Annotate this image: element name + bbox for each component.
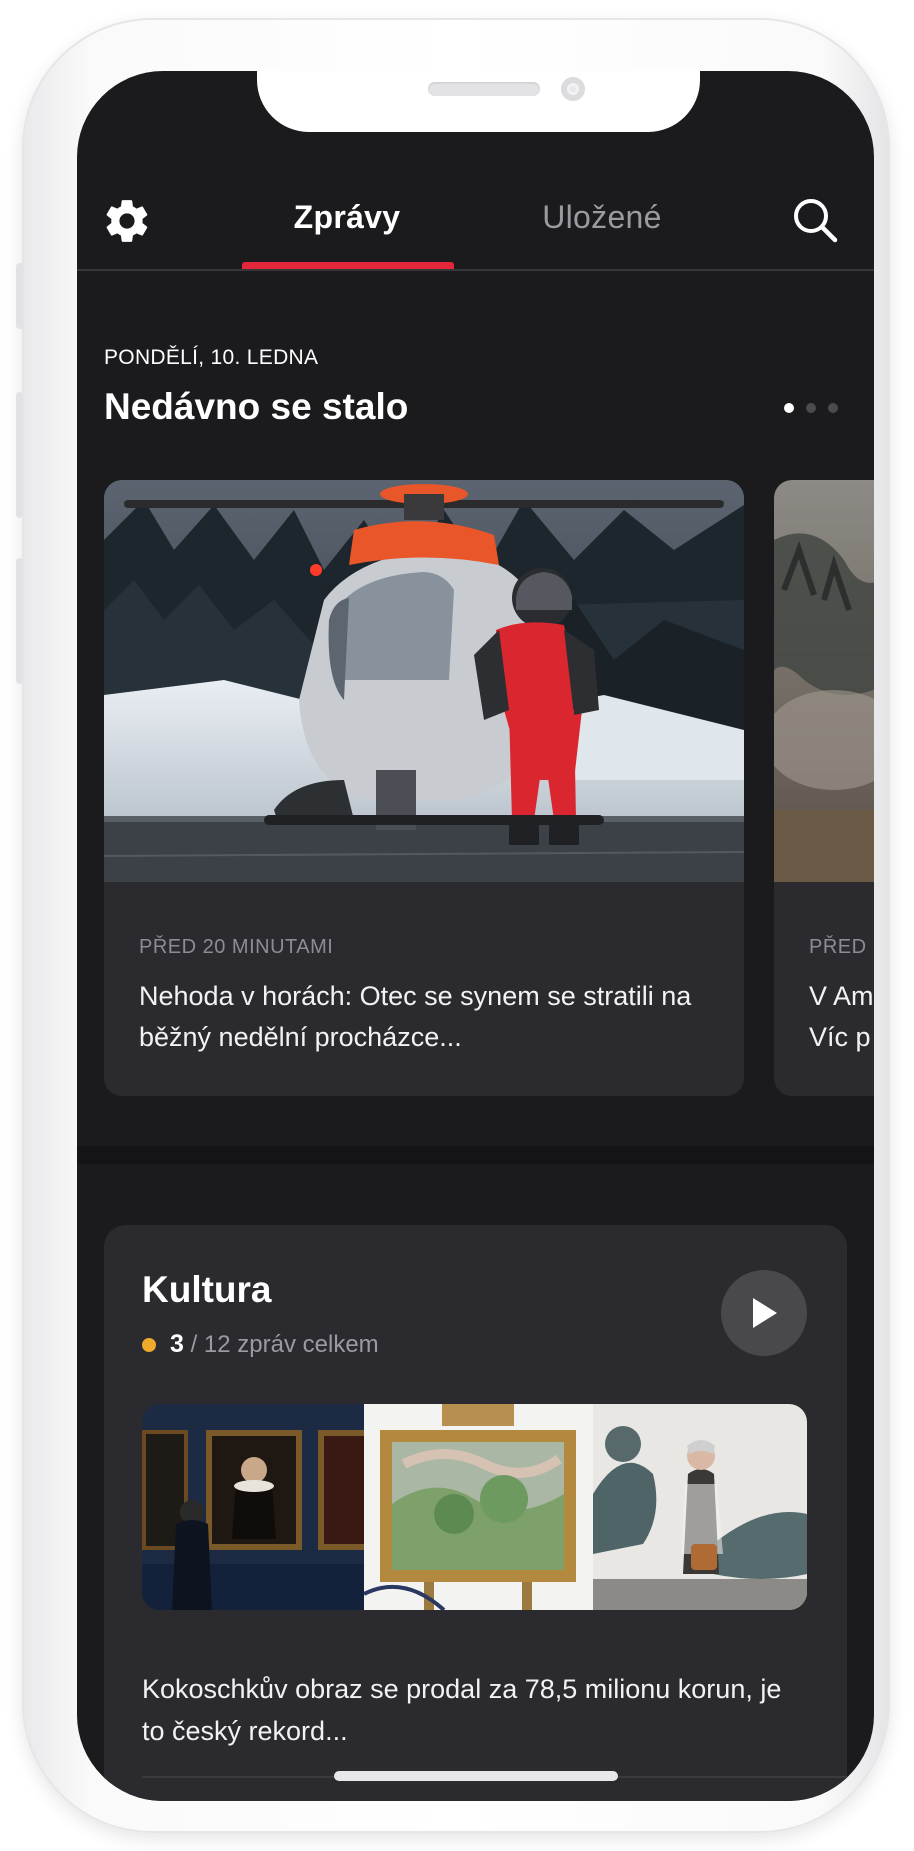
count-total: / 12 zpráv celkem	[190, 1331, 379, 1358]
count-current: 3	[170, 1330, 184, 1358]
unread-dot	[142, 1337, 156, 1352]
section-title: Nedávno se stalo	[104, 386, 409, 427]
news-card-headline[interactable]: Nehoda v horách: Otec se synem se strati…	[139, 976, 729, 1058]
active-tab-indicator	[242, 262, 454, 269]
tab-ulozene[interactable]: Uložené	[487, 199, 717, 236]
news-card-image	[774, 480, 874, 882]
tab-zpravy[interactable]: Zprávy	[232, 199, 462, 236]
culture-title: Kultura	[142, 1269, 272, 1310]
speaker-grille	[428, 82, 540, 96]
pager-dot-active[interactable]	[784, 403, 794, 413]
phone-volume-up	[16, 392, 23, 518]
date-label: PONDĚLÍ, 10. LEDNA	[104, 346, 319, 369]
culture-card[interactable]: Kultura 3 / 12 zpráv celkem Kokoschkův o…	[104, 1225, 847, 1801]
pager-dot[interactable]	[828, 403, 838, 413]
app-screen: Zprávy Uložené PONDĚLÍ, 10. LEDNA Nedávn…	[77, 71, 874, 1801]
news-card-image	[104, 480, 744, 882]
news-card-next[interactable]: PŘED V Am Víc p	[774, 480, 874, 1096]
news-card-time: PŘED 20 MINUTAMI	[139, 936, 334, 958]
play-icon	[753, 1298, 777, 1328]
section-separator	[77, 1146, 874, 1164]
news-card-time: PŘED	[809, 936, 867, 958]
culture-image-strip	[142, 1404, 807, 1610]
gallery-paintings-image	[142, 1404, 364, 1610]
news-card[interactable]: PŘED 20 MINUTAMI Nehoda v horách: Otec s…	[104, 480, 744, 1096]
header-divider	[77, 269, 874, 271]
kokoschka-painting-image	[364, 1404, 593, 1610]
culture-headline[interactable]: Kokoschkův obraz se prodal za 78,5 milio…	[142, 1668, 782, 1752]
headline-line: V Am	[809, 981, 874, 1011]
play-button[interactable]	[721, 1270, 807, 1356]
gear-icon[interactable]	[101, 195, 153, 247]
pager-dot[interactable]	[806, 403, 816, 413]
carousel-pager	[784, 403, 838, 413]
phone-notch	[257, 71, 700, 132]
sculpture-woman-image	[593, 1404, 807, 1610]
phone-side-button	[16, 263, 23, 329]
headline-line: Víc p	[809, 1022, 871, 1052]
search-icon[interactable]	[790, 195, 840, 245]
phone-volume-down	[16, 558, 23, 684]
news-card-headline[interactable]: V Am Víc p	[809, 976, 874, 1058]
home-indicator[interactable]	[334, 1771, 618, 1781]
front-camera	[561, 77, 585, 101]
culture-count: 3 / 12 zpráv celkem	[142, 1330, 379, 1359]
